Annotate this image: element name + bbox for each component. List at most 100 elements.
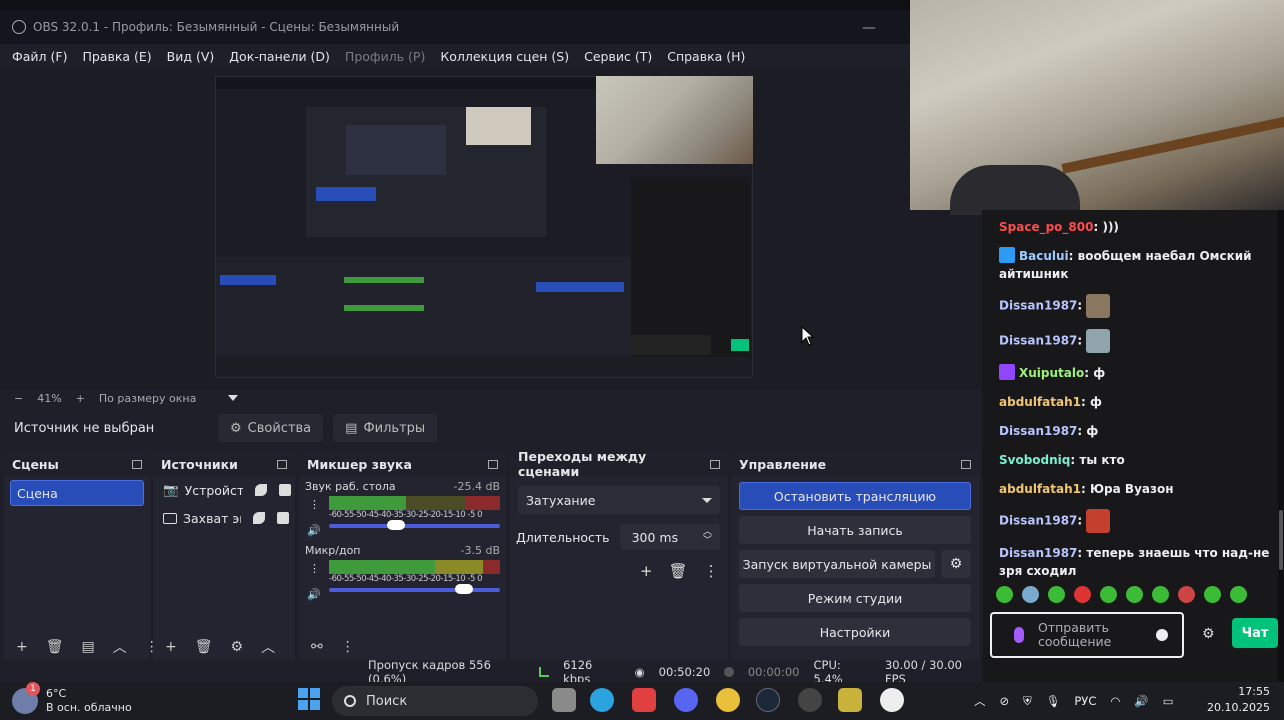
volume-slider[interactable] — [329, 584, 500, 594]
more-icon[interactable]: ⋮ — [309, 562, 320, 575]
chrome-icon[interactable] — [716, 688, 740, 712]
menu-tools[interactable]: Сервис (T) — [584, 49, 652, 64]
taskbar-search[interactable]: Поиск — [332, 686, 538, 716]
chevron-up-icon[interactable]: ︿ — [261, 637, 275, 657]
minimize-button[interactable]: — — [862, 20, 876, 36]
gear-icon[interactable]: ⚙ — [231, 639, 244, 655]
studio-mode-button[interactable]: Режим студии — [739, 584, 971, 612]
undock-icon[interactable] — [488, 459, 498, 469]
undock-icon[interactable] — [961, 459, 971, 469]
chat-username[interactable]: Dissan1987 — [999, 514, 1077, 528]
source-item[interactable]: Захват эк — [153, 504, 295, 532]
menu-help[interactable]: Справка (H) — [667, 49, 745, 64]
chat-scrollbar[interactable] — [1278, 210, 1284, 682]
undock-icon[interactable] — [132, 459, 142, 469]
menu-file[interactable]: Файл (F) — [12, 49, 67, 64]
shield-icon[interactable]: ⛨ — [1023, 694, 1032, 709]
zoom-mode[interactable]: По размеру окна — [99, 392, 196, 405]
virtual-cam-button[interactable]: Запуск виртуальной камеры — [739, 550, 935, 578]
emote-icon[interactable] — [1230, 586, 1247, 603]
settings-button[interactable]: Настройки — [739, 618, 971, 646]
transition-select[interactable]: Затухание — [518, 486, 720, 514]
chevron-up-icon[interactable]: ︿ — [974, 693, 986, 709]
menu-docks[interactable]: Док-панели (D) — [229, 49, 330, 64]
spinner-icon[interactable]: ︿ ﹀ — [703, 528, 712, 546]
mic-icon[interactable]: 🎙 — [1046, 694, 1061, 708]
zoom-in-button[interactable]: + — [76, 392, 85, 405]
duration-input[interactable]: 300 ms ︿ ﹀ — [619, 524, 720, 550]
app-icon[interactable] — [838, 688, 862, 712]
link-icon[interactable]: ⚯ — [311, 639, 323, 655]
trash-icon[interactable]: 🗑 — [195, 639, 213, 655]
volume-icon[interactable]: 🔊 — [1134, 694, 1148, 708]
weather-widget[interactable]: 1 6°C В осн. облачно — [12, 682, 132, 720]
app-icon[interactable] — [798, 688, 822, 712]
chat-input[interactable]: Отправить сообщение — [990, 612, 1184, 658]
chat-username[interactable]: Xuiputalo — [1019, 366, 1084, 380]
emote-icon[interactable] — [1178, 586, 1195, 603]
menu-scene-collection[interactable]: Коллекция сцен (S) — [440, 49, 569, 64]
undock-icon[interactable] — [277, 459, 287, 469]
speaker-icon[interactable]: 🔊 — [307, 524, 321, 537]
eye-icon[interactable] — [254, 484, 267, 496]
emote-icon[interactable] — [1022, 586, 1039, 603]
start-button[interactable] — [298, 688, 320, 710]
emote-icon[interactable] — [1204, 586, 1221, 603]
undock-icon[interactable] — [710, 459, 720, 469]
discord-icon[interactable] — [674, 688, 698, 712]
properties-button[interactable]: ⚙ Свойства — [218, 414, 324, 442]
filter-icon[interactable]: ▤ — [82, 639, 95, 655]
more-icon[interactable]: ⋮ — [704, 562, 719, 580]
battery-icon[interactable]: ▭ — [1163, 694, 1174, 708]
emoji-icon[interactable] — [1156, 629, 1168, 641]
emote-icon[interactable] — [1074, 586, 1091, 603]
source-item[interactable]: 📷 Устройств — [153, 476, 295, 504]
start-record-button[interactable]: Начать запись — [739, 516, 971, 544]
lock-icon[interactable] — [278, 484, 291, 496]
chat-username[interactable]: Dissan1987 — [999, 299, 1077, 313]
preview-canvas[interactable] — [0, 68, 982, 390]
steam-icon[interactable] — [756, 688, 780, 712]
more-icon[interactable]: ⋮ — [309, 498, 320, 511]
emote-icon[interactable] — [1100, 586, 1117, 603]
chat-username[interactable]: Space_po_800 — [999, 220, 1093, 234]
emote-icon[interactable] — [1152, 586, 1169, 603]
wifi-icon[interactable]: ◠ — [1110, 694, 1120, 708]
speaker-icon[interactable]: 🔊 — [307, 588, 321, 601]
chat-send-button[interactable]: Чат — [1232, 618, 1278, 648]
chat-username[interactable]: abdulfatah1 — [999, 395, 1081, 409]
language-indicator[interactable]: РУС — [1074, 694, 1096, 708]
chat-username[interactable]: Svobodniq — [999, 453, 1070, 467]
trash-icon[interactable]: 🗑 — [46, 639, 64, 655]
trash-icon[interactable]: 🗑 — [669, 562, 688, 580]
chat-username[interactable]: Bacului — [1019, 249, 1069, 263]
menu-view[interactable]: Вид (V) — [167, 49, 215, 64]
gear-icon[interactable]: ⚙ — [941, 550, 971, 578]
add-icon[interactable]: + — [640, 562, 653, 580]
emote-icon[interactable] — [996, 586, 1013, 603]
emote-icon[interactable] — [1048, 586, 1065, 603]
add-icon[interactable]: + — [16, 639, 28, 655]
chevron-down-icon[interactable] — [228, 395, 239, 401]
zoom-out-button[interactable]: − — [14, 392, 23, 405]
task-view-icon[interactable] — [552, 688, 576, 712]
menu-edit[interactable]: Правка (E) — [82, 49, 151, 64]
chat-username[interactable]: Dissan1987 — [999, 334, 1077, 348]
chat-username[interactable]: Dissan1987 — [999, 546, 1077, 560]
add-icon[interactable]: + — [165, 639, 177, 655]
filters-button[interactable]: ▤ Фильтры — [333, 414, 438, 442]
chat-username[interactable]: abdulfatah1 — [999, 482, 1081, 496]
clock[interactable]: 17:55 20.10.2025 — [1207, 684, 1270, 716]
emote-icon[interactable] — [1126, 586, 1143, 603]
stop-stream-button[interactable]: Остановить трансляцию — [739, 482, 971, 510]
eye-icon[interactable] — [253, 512, 265, 524]
network-off-icon[interactable]: ⊘ — [1000, 694, 1010, 708]
obs-icon[interactable] — [880, 688, 904, 712]
chevron-up-icon[interactable]: ︿ — [113, 637, 127, 657]
scene-item[interactable]: Сцена — [10, 480, 144, 506]
gear-icon[interactable]: ⚙ — [1202, 626, 1215, 642]
more-icon[interactable]: ⋮ — [341, 639, 355, 655]
telegram-icon[interactable] — [590, 688, 614, 712]
chat-username[interactable]: Dissan1987 — [999, 424, 1077, 438]
app-icon[interactable] — [632, 688, 656, 712]
